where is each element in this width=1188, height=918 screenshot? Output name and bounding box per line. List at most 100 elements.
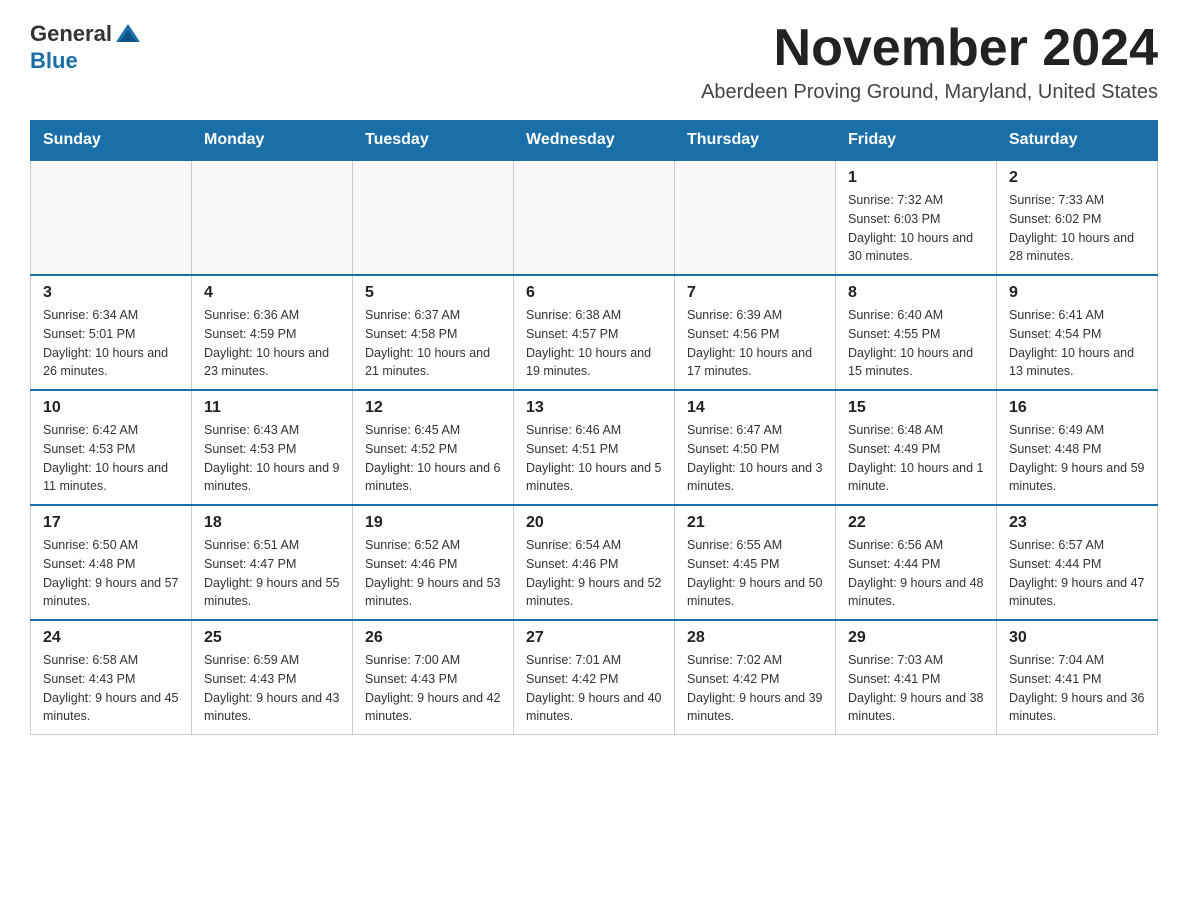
calendar-cell: 26 Sunrise: 7:00 AM Sunset: 4:43 PM Dayli… (353, 620, 514, 735)
calendar-week-row: 17 Sunrise: 6:50 AM Sunset: 4:48 PM Dayli… (31, 505, 1158, 620)
cell-day-number: 7 (687, 284, 823, 302)
cell-day-number: 15 (848, 399, 984, 417)
cell-sun-info: Sunrise: 6:58 AM Sunset: 4:43 PM Dayligh… (43, 651, 179, 726)
calendar-cell: 9Sunrise: 6:41 AM Sunset: 4:54 PM Daylig… (997, 275, 1158, 390)
cell-sun-info: Sunrise: 6:56 AM Sunset: 4:44 PM Dayligh… (848, 536, 984, 611)
cell-sun-info: Sunrise: 6:51 AM Sunset: 4:47 PM Dayligh… (204, 536, 340, 611)
page-header: General Blue November 2024 Aberdeen Prov… (30, 20, 1158, 104)
calendar-cell (31, 160, 192, 275)
cell-sun-info: Sunrise: 7:02 AM Sunset: 4:42 PM Dayligh… (687, 651, 823, 726)
cell-sun-info: Sunrise: 6:47 AM Sunset: 4:50 PM Dayligh… (687, 421, 823, 496)
calendar-cell: 6 Sunrise: 6:38 AM Sunset: 4:57 PM Daylig… (514, 275, 675, 390)
calendar-cell: 23 Sunrise: 6:57 AM Sunset: 4:44 PM Dayli… (997, 505, 1158, 620)
weekday-header-tuesday: Tuesday (353, 121, 514, 161)
cell-day-number: 5 (365, 284, 501, 302)
calendar-cell: 16 Sunrise: 6:49 AM Sunset: 4:48 PM Dayli… (997, 390, 1158, 505)
cell-day-number: 2 (1009, 169, 1145, 187)
calendar-cell: 27Sunrise: 7:01 AM Sunset: 4:42 PM Dayli… (514, 620, 675, 735)
calendar-cell: 21 Sunrise: 6:55 AM Sunset: 4:45 PM Dayli… (675, 505, 836, 620)
calendar-cell: 15 Sunrise: 6:48 AM Sunset: 4:49 PM Dayli… (836, 390, 997, 505)
calendar-cell (192, 160, 353, 275)
cell-sun-info: Sunrise: 6:38 AM Sunset: 4:57 PM Dayligh… (526, 306, 662, 381)
calendar-cell: 29Sunrise: 7:03 AM Sunset: 4:41 PM Dayli… (836, 620, 997, 735)
cell-sun-info: Sunrise: 6:57 AM Sunset: 4:44 PM Dayligh… (1009, 536, 1145, 611)
cell-sun-info: Sunrise: 6:40 AM Sunset: 4:55 PM Dayligh… (848, 306, 984, 381)
weekday-header-monday: Monday (192, 121, 353, 161)
calendar-cell: 20 Sunrise: 6:54 AM Sunset: 4:46 PM Dayli… (514, 505, 675, 620)
cell-sun-info: Sunrise: 7:01 AM Sunset: 4:42 PM Dayligh… (526, 651, 662, 726)
cell-day-number: 13 (526, 399, 662, 417)
cell-sun-info: Sunrise: 6:55 AM Sunset: 4:45 PM Dayligh… (687, 536, 823, 611)
calendar-cell: 19 Sunrise: 6:52 AM Sunset: 4:46 PM Dayli… (353, 505, 514, 620)
calendar-cell: 2 Sunrise: 7:33 AM Sunset: 6:02 PM Daylig… (997, 160, 1158, 275)
cell-sun-info: Sunrise: 6:46 AM Sunset: 4:51 PM Dayligh… (526, 421, 662, 496)
logo: General Blue (30, 20, 142, 74)
cell-day-number: 29 (848, 629, 984, 647)
calendar-cell: 17 Sunrise: 6:50 AM Sunset: 4:48 PM Dayli… (31, 505, 192, 620)
cell-sun-info: Sunrise: 6:45 AM Sunset: 4:52 PM Dayligh… (365, 421, 501, 496)
calendar-cell: 30 Sunrise: 7:04 AM Sunset: 4:41 PM Dayli… (997, 620, 1158, 735)
cell-day-number: 20 (526, 514, 662, 532)
cell-sun-info: Sunrise: 6:59 AM Sunset: 4:43 PM Dayligh… (204, 651, 340, 726)
calendar-cell: 18 Sunrise: 6:51 AM Sunset: 4:47 PM Dayli… (192, 505, 353, 620)
weekday-header-wednesday: Wednesday (514, 121, 675, 161)
weekday-header-friday: Friday (836, 121, 997, 161)
cell-day-number: 8 (848, 284, 984, 302)
calendar-cell: 22Sunrise: 6:56 AM Sunset: 4:44 PM Dayli… (836, 505, 997, 620)
calendar-cell (353, 160, 514, 275)
cell-day-number: 25 (204, 629, 340, 647)
calendar-table: SundayMondayTuesdayWednesdayThursdayFrid… (30, 120, 1158, 735)
weekday-header-sunday: Sunday (31, 121, 192, 161)
cell-sun-info: Sunrise: 7:04 AM Sunset: 4:41 PM Dayligh… (1009, 651, 1145, 726)
calendar-cell: 25 Sunrise: 6:59 AM Sunset: 4:43 PM Dayli… (192, 620, 353, 735)
cell-day-number: 11 (204, 399, 340, 417)
weekday-header-saturday: Saturday (997, 121, 1158, 161)
title-block: November 2024 Aberdeen Proving Ground, M… (701, 20, 1158, 104)
calendar-cell: 14Sunrise: 6:47 AM Sunset: 4:50 PM Dayli… (675, 390, 836, 505)
cell-sun-info: Sunrise: 6:52 AM Sunset: 4:46 PM Dayligh… (365, 536, 501, 611)
cell-day-number: 10 (43, 399, 179, 417)
cell-day-number: 17 (43, 514, 179, 532)
cell-day-number: 23 (1009, 514, 1145, 532)
calendar-week-row: 24 Sunrise: 6:58 AM Sunset: 4:43 PM Dayli… (31, 620, 1158, 735)
cell-day-number: 4 (204, 284, 340, 302)
calendar-cell: 3 Sunrise: 6:34 AM Sunset: 5:01 PM Daylig… (31, 275, 192, 390)
calendar-cell: 13 Sunrise: 6:46 AM Sunset: 4:51 PM Dayli… (514, 390, 675, 505)
calendar-cell (675, 160, 836, 275)
logo-general-text: General (30, 21, 112, 47)
cell-sun-info: Sunrise: 7:33 AM Sunset: 6:02 PM Dayligh… (1009, 191, 1145, 266)
calendar-cell: 1Sunrise: 7:32 AM Sunset: 6:03 PM Daylig… (836, 160, 997, 275)
cell-sun-info: Sunrise: 6:37 AM Sunset: 4:58 PM Dayligh… (365, 306, 501, 381)
cell-day-number: 6 (526, 284, 662, 302)
cell-sun-info: Sunrise: 7:00 AM Sunset: 4:43 PM Dayligh… (365, 651, 501, 726)
cell-sun-info: Sunrise: 6:54 AM Sunset: 4:46 PM Dayligh… (526, 536, 662, 611)
calendar-cell: 10Sunrise: 6:42 AM Sunset: 4:53 PM Dayli… (31, 390, 192, 505)
calendar-cell (514, 160, 675, 275)
calendar-week-row: 1Sunrise: 7:32 AM Sunset: 6:03 PM Daylig… (31, 160, 1158, 275)
cell-day-number: 19 (365, 514, 501, 532)
cell-sun-info: Sunrise: 6:34 AM Sunset: 5:01 PM Dayligh… (43, 306, 179, 381)
calendar-cell: 28Sunrise: 7:02 AM Sunset: 4:42 PM Dayli… (675, 620, 836, 735)
calendar-week-row: 10Sunrise: 6:42 AM Sunset: 4:53 PM Dayli… (31, 390, 1158, 505)
cell-day-number: 26 (365, 629, 501, 647)
cell-sun-info: Sunrise: 6:48 AM Sunset: 4:49 PM Dayligh… (848, 421, 984, 496)
cell-day-number: 18 (204, 514, 340, 532)
calendar-cell: 24 Sunrise: 6:58 AM Sunset: 4:43 PM Dayli… (31, 620, 192, 735)
cell-sun-info: Sunrise: 6:36 AM Sunset: 4:59 PM Dayligh… (204, 306, 340, 381)
weekday-header-thursday: Thursday (675, 121, 836, 161)
cell-sun-info: Sunrise: 6:41 AM Sunset: 4:54 PM Dayligh… (1009, 306, 1145, 381)
calendar-cell: 11Sunrise: 6:43 AM Sunset: 4:53 PM Dayli… (192, 390, 353, 505)
cell-day-number: 16 (1009, 399, 1145, 417)
page-subtitle: Aberdeen Proving Ground, Maryland, Unite… (701, 81, 1158, 104)
cell-day-number: 30 (1009, 629, 1145, 647)
calendar-cell: 12Sunrise: 6:45 AM Sunset: 4:52 PM Dayli… (353, 390, 514, 505)
cell-day-number: 21 (687, 514, 823, 532)
logo-blue-text: Blue (30, 48, 78, 74)
cell-sun-info: Sunrise: 6:50 AM Sunset: 4:48 PM Dayligh… (43, 536, 179, 611)
calendar-cell: 5 Sunrise: 6:37 AM Sunset: 4:58 PM Daylig… (353, 275, 514, 390)
page-title: November 2024 (701, 20, 1158, 77)
calendar-cell: 7Sunrise: 6:39 AM Sunset: 4:56 PM Daylig… (675, 275, 836, 390)
cell-day-number: 24 (43, 629, 179, 647)
cell-day-number: 3 (43, 284, 179, 302)
cell-sun-info: Sunrise: 6:49 AM Sunset: 4:48 PM Dayligh… (1009, 421, 1145, 496)
